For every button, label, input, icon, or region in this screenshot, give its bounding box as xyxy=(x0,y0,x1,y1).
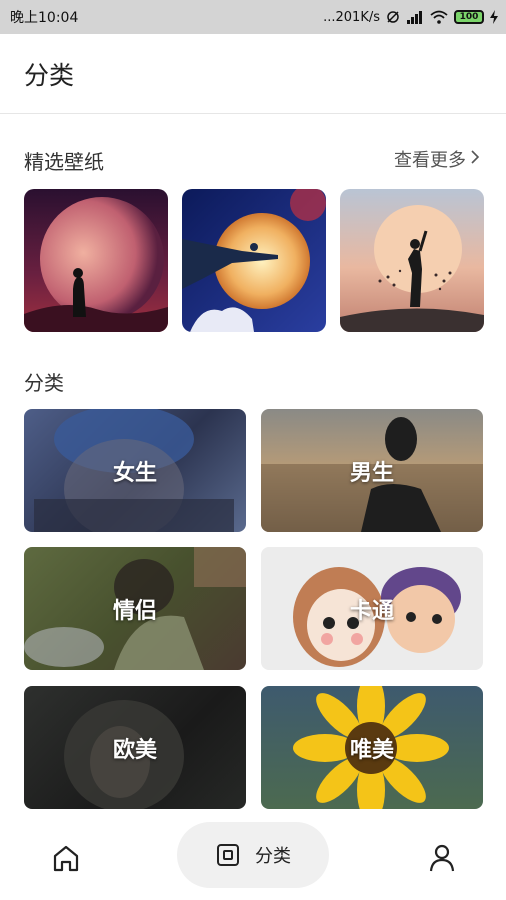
home-icon xyxy=(53,845,79,872)
status-time: 晚上10:04 xyxy=(10,10,79,26)
category-card-aesthetic[interactable]: 唯美 xyxy=(261,686,483,809)
category-label: 欧美 xyxy=(112,737,157,763)
wifi-icon xyxy=(430,10,448,24)
charging-icon xyxy=(490,10,498,24)
network-speed: ...201K/s xyxy=(323,9,380,25)
category-card-boys[interactable]: 男生 xyxy=(261,409,483,532)
nav-category-button[interactable]: 分类 xyxy=(177,822,329,888)
signal-icon xyxy=(406,10,424,24)
category-card-western[interactable]: 欧美 xyxy=(24,686,246,809)
status-icons: ...201K/s 100 xyxy=(323,10,498,25)
featured-wallpaper-2[interactable] xyxy=(182,189,326,332)
category-card-girls[interactable]: 女生 xyxy=(24,409,246,532)
battery-icon: 100 xyxy=(454,10,484,24)
user-icon xyxy=(429,844,455,872)
nav-profile-button[interactable] xyxy=(426,842,458,874)
category-label: 情侣 xyxy=(112,598,157,624)
category-label: 女生 xyxy=(112,460,157,486)
category-card-cartoon[interactable]: 卡通 xyxy=(261,547,483,670)
see-more-link[interactable]: 查看更多 xyxy=(394,146,480,172)
sunset-silhouette-thumbnail xyxy=(340,189,484,332)
featured-wallpaper-1[interactable] xyxy=(24,189,168,332)
featured-title: 精选壁纸 xyxy=(24,150,104,174)
category-label: 唯美 xyxy=(349,737,394,763)
page-title: 分类 xyxy=(24,61,75,90)
categories-title: 分类 xyxy=(24,371,64,395)
fullmoon-cliff-thumbnail xyxy=(182,189,326,332)
featured-wallpaper-3[interactable] xyxy=(340,189,484,332)
alarm-off-icon xyxy=(386,10,400,24)
see-more-label: 查看更多 xyxy=(394,150,466,171)
app-bar: 分类 xyxy=(0,34,506,114)
bottom-nav: 分类 xyxy=(0,812,506,900)
nav-category-label: 分类 xyxy=(255,846,291,867)
category-icon xyxy=(217,844,239,866)
category-label: 男生 xyxy=(349,460,394,486)
category-card-couples[interactable]: 情侣 xyxy=(24,547,246,670)
moon-silhouette-thumbnail xyxy=(24,189,168,332)
nav-home-button[interactable] xyxy=(50,842,82,874)
status-bar: 晚上10:04 ...201K/s 100 xyxy=(0,0,506,34)
category-label: 卡通 xyxy=(349,598,394,624)
chevron-right-icon xyxy=(470,149,480,170)
